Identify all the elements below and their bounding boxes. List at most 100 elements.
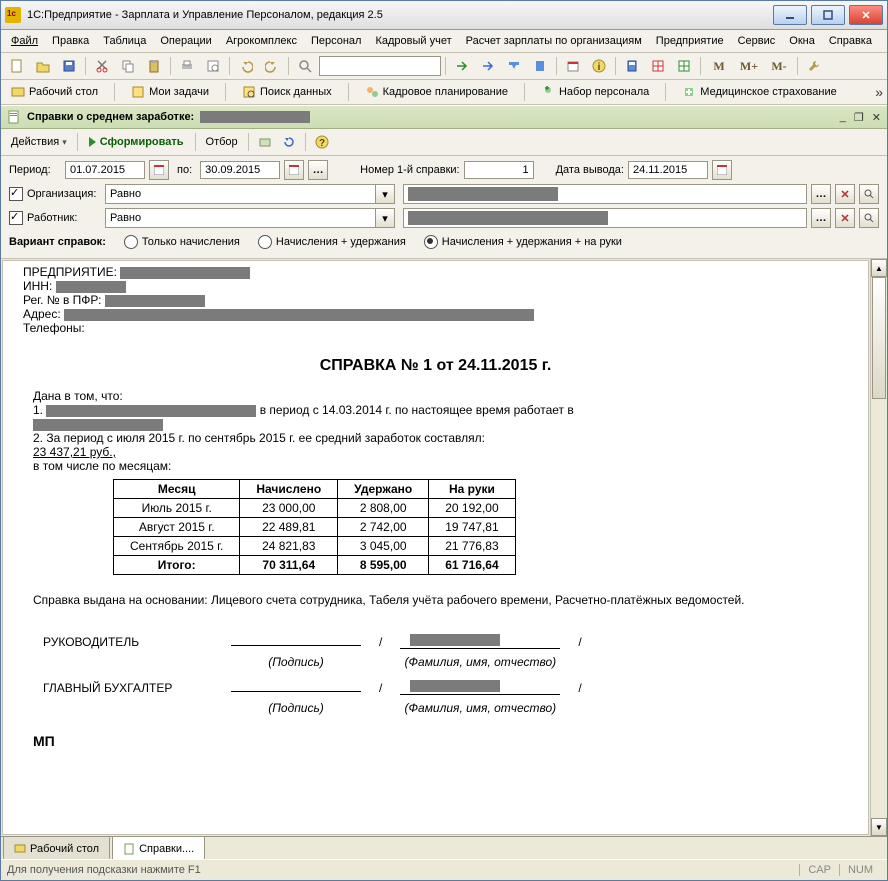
search-icon[interactable] (293, 54, 317, 78)
menu-table[interactable]: Таблица (97, 33, 152, 49)
window-minimize-button[interactable] (773, 5, 807, 25)
emp-pick-button[interactable]: … (811, 208, 831, 228)
run-report-button[interactable]: Сформировать (84, 133, 189, 151)
calc2-icon[interactable] (620, 54, 644, 78)
org-checkbox[interactable] (9, 187, 23, 201)
period-label: Период: (9, 164, 61, 176)
go-icon[interactable] (450, 54, 474, 78)
period-choose-button[interactable]: … (308, 160, 328, 180)
menu-payroll[interactable]: Расчет зарплаты по организациям (460, 33, 648, 49)
menu-file[interactable]: Файл (5, 33, 44, 49)
window-close-button[interactable]: ✕ (849, 5, 883, 25)
menu-agro[interactable]: Агрокомплекс (220, 33, 303, 49)
desktop-link[interactable]: Рабочий стол (5, 83, 104, 101)
output-date-calendar-icon[interactable] (712, 160, 732, 180)
hr-planning-link[interactable]: Кадровое планирование (359, 83, 514, 101)
menu-help[interactable]: Справка (823, 33, 878, 49)
window-title: 1С:Предприятие - Зарплата и Управление П… (27, 9, 769, 21)
toolbar-overflow-icon[interactable]: » (875, 84, 883, 100)
period-to-input[interactable]: 30.09.2015 (200, 161, 280, 179)
menu-windows[interactable]: Окна (783, 33, 821, 49)
document-icon (7, 110, 21, 124)
org-pick-button[interactable]: … (811, 184, 831, 204)
variant-radio-1[interactable]: Начисления + удержания (258, 235, 406, 249)
signatures-block: РУКОВОДИТЕЛЬ / / (Подпись)(Фамилия, имя,… (33, 625, 592, 719)
scroll-up-icon[interactable]: ▲ (871, 259, 887, 277)
mdi-restore-button[interactable]: ❐ (854, 111, 864, 124)
emp-clear-button[interactable]: ✕ (835, 208, 855, 228)
window-maximize-button[interactable] (811, 5, 845, 25)
search-input[interactable] (319, 56, 441, 76)
scroll-down-icon[interactable]: ▼ (871, 818, 887, 836)
redo-icon[interactable] (260, 54, 284, 78)
menu-personnel[interactable]: Персонал (305, 33, 368, 49)
variant-radio-0[interactable]: Только начисления (124, 235, 240, 249)
copy-icon[interactable] (116, 54, 140, 78)
grid-green-icon[interactable] (672, 54, 696, 78)
filter-button[interactable]: Отбор (202, 134, 242, 150)
med-insurance-link[interactable]: Медицинское страхование (676, 83, 842, 101)
menu-hr[interactable]: Кадровый учет (369, 33, 457, 49)
emp-checkbox[interactable] (9, 211, 23, 225)
report-body[interactable]: ПРЕДПРИЯТИЕ: ИНН: Рег. № в ПФР: Адрес: Т… (2, 260, 869, 835)
emp-label: Работник: (27, 212, 77, 224)
grid-red-icon[interactable] (646, 54, 670, 78)
emp-search-button[interactable] (859, 208, 879, 228)
undo-icon[interactable] (234, 54, 258, 78)
redacted-block (410, 634, 500, 646)
filter-blue-icon[interactable] (476, 54, 500, 78)
output-date-input[interactable]: 24.11.2015 (628, 161, 708, 179)
cut-icon[interactable] (90, 54, 114, 78)
paste-icon[interactable] (142, 54, 166, 78)
org-op-select[interactable]: Равно▾ (105, 184, 395, 204)
my-tasks-link[interactable]: Мои задачи (125, 83, 215, 101)
org-value-select[interactable] (403, 184, 807, 204)
status-num: NUM (839, 864, 881, 876)
org-search-button[interactable] (859, 184, 879, 204)
info-icon[interactable]: i (587, 54, 611, 78)
menu-edit[interactable]: Правка (46, 33, 95, 49)
calendar-icon[interactable] (561, 54, 585, 78)
period-to-calendar-icon[interactable] (284, 160, 304, 180)
rep-avg: 23 437,21 руб., (33, 445, 848, 459)
period-from-input[interactable]: 01.07.2015 (65, 161, 145, 179)
status-hint: Для получения подсказки нажмите F1 (7, 864, 201, 876)
m-button[interactable]: M (705, 54, 733, 78)
drop-blue-icon[interactable] (502, 54, 526, 78)
redacted-block (410, 680, 500, 692)
data-search-link[interactable]: Поиск данных (236, 83, 338, 101)
emp-op-select[interactable]: Равно▾ (105, 208, 395, 228)
print-icon[interactable] (175, 54, 199, 78)
tab-document[interactable]: Справки.... (112, 836, 205, 859)
variant-label: Вариант справок: (9, 236, 106, 248)
menu-enterprise[interactable]: Предприятие (650, 33, 730, 49)
desktop-tab-icon (14, 843, 26, 855)
menu-service[interactable]: Сервис (732, 33, 782, 49)
tab-desktop[interactable]: Рабочий стол (3, 836, 110, 859)
emp-value-select[interactable] (403, 208, 807, 228)
recruitment-link[interactable]: Набор персонала (535, 83, 655, 101)
save-icon[interactable] (57, 54, 81, 78)
variant-radio-2[interactable]: Начисления + удержания + на руки (424, 235, 622, 249)
print-preview-icon[interactable] (201, 54, 225, 78)
m-plus-button[interactable]: M+ (735, 54, 763, 78)
mdi-close-button[interactable]: ✕ (872, 111, 881, 124)
table-row: Июль 2015 г.23 000,002 808,0020 192,00 (114, 499, 516, 518)
period-from-calendar-icon[interactable] (149, 160, 169, 180)
refresh-small-icon[interactable] (279, 132, 299, 152)
calc-blue-icon[interactable] (528, 54, 552, 78)
wrench-icon[interactable] (802, 54, 826, 78)
scroll-thumb[interactable] (872, 277, 886, 399)
new-icon[interactable] (5, 54, 29, 78)
report-title: СПРАВКА № 1 от 24.11.2015 г. (23, 357, 848, 375)
m-minus-button[interactable]: M- (765, 54, 793, 78)
open-icon[interactable] (31, 54, 55, 78)
settings-small-icon[interactable] (255, 132, 275, 152)
actions-menu[interactable]: Действия (7, 134, 71, 150)
mdi-minimize-button[interactable]: _ (840, 111, 846, 124)
refno-input[interactable]: 1 (464, 161, 534, 179)
help-icon[interactable]: ? (312, 132, 332, 152)
menu-operations[interactable]: Операции (154, 33, 217, 49)
vertical-scrollbar[interactable]: ▲ ▼ (870, 259, 887, 836)
org-clear-button[interactable]: ✕ (835, 184, 855, 204)
